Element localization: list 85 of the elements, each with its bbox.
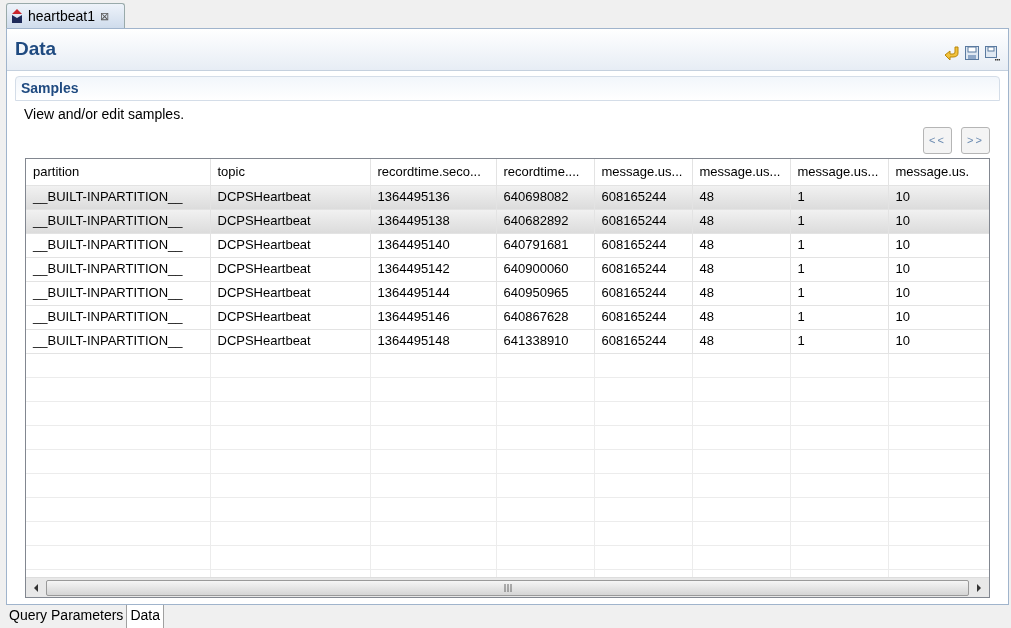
table-cell: __BUILT-INPARTITION__	[26, 209, 210, 233]
table-row[interactable]: __BUILT-INPARTITION__ DCPSHeartbeat 1364495148 641338910 608165244 48 1 10	[26, 329, 989, 353]
table-cell: 640900060	[496, 257, 594, 281]
bottom-tab[interactable]: Query Parameters	[6, 605, 128, 628]
table-cell: 608165244	[594, 305, 692, 329]
table-cell: __BUILT-INPARTITION__	[26, 281, 210, 305]
table-cell: 10	[888, 329, 989, 353]
table-row[interactable]: __BUILT-INPARTITION__ DCPSHeartbeat 1364495138 640682892 608165244 48 1 10	[26, 209, 989, 233]
table-row[interactable]: __BUILT-INPARTITION__ DCPSHeartbeat 1364495146 640867628 608165244 48 1 10	[26, 305, 989, 329]
section-title: Samples	[21, 79, 79, 98]
table-cell: 48	[692, 209, 790, 233]
save-as-icon[interactable]	[984, 44, 1000, 61]
table-cell: 1	[790, 305, 888, 329]
table-cell: DCPSHeartbeat	[210, 233, 370, 257]
table-cell: 608165244	[594, 329, 692, 353]
page-title: Data	[15, 37, 57, 62]
table-cell: 640682892	[496, 209, 594, 233]
column-header[interactable]: partition	[26, 159, 210, 185]
table-cell: 10	[888, 257, 989, 281]
table-row[interactable]: __BUILT-INPARTITION__ DCPSHeartbeat 1364495142 640900060 608165244 48 1 10	[26, 257, 989, 281]
table-cell: 1364495142	[370, 257, 496, 281]
table-cell: DCPSHeartbeat	[210, 185, 370, 209]
table-cell: 1364495148	[370, 329, 496, 353]
horizontal-scrollbar[interactable]	[26, 577, 989, 597]
table-cell: 608165244	[594, 281, 692, 305]
table-cell: 10	[888, 233, 989, 257]
table-cell: 641338910	[496, 329, 594, 353]
table-cell: __BUILT-INPARTITION__	[26, 329, 210, 353]
table-cell: 10	[888, 305, 989, 329]
table-cell: 1364495140	[370, 233, 496, 257]
table-cell: DCPSHeartbeat	[210, 305, 370, 329]
table-cell: __BUILT-INPARTITION__	[26, 185, 210, 209]
table-cell: 1364495146	[370, 305, 496, 329]
table-cell: 48	[692, 329, 790, 353]
section-description: View and/or edit samples.	[23, 105, 186, 123]
scrollbar-thumb[interactable]	[46, 579, 969, 596]
table-cell: 608165244	[594, 257, 692, 281]
table-cell: 10	[888, 185, 989, 209]
column-header[interactable]: message.us...	[692, 159, 790, 185]
refresh-icon[interactable]	[944, 44, 960, 61]
column-header[interactable]: message.us...	[594, 159, 692, 185]
table-cell: 10	[888, 281, 989, 305]
column-header[interactable]: message.us.	[888, 159, 989, 185]
table-row[interactable]: __BUILT-INPARTITION__ DCPSHeartbeat 1364495136 640698082 608165244 48 1 10	[26, 185, 989, 209]
table-cell: 608165244	[594, 233, 692, 257]
table-cell: 1364495136	[370, 185, 496, 209]
table-cell: 1	[790, 257, 888, 281]
grip-icon	[503, 583, 512, 592]
table-cell: 48	[692, 185, 790, 209]
table-cell: 10	[888, 209, 989, 233]
table-cell: __BUILT-INPARTITION__	[26, 233, 210, 257]
column-header[interactable]: message.us...	[790, 159, 888, 185]
table-cell: 48	[692, 305, 790, 329]
table-cell: 48	[692, 281, 790, 305]
close-button[interactable]: ⊠	[99, 7, 109, 25]
table-cell: 1	[790, 233, 888, 257]
table-cell: 1	[790, 209, 888, 233]
app-icon	[11, 9, 23, 23]
table-cell: 608165244	[594, 185, 692, 209]
tab-title[interactable]: heartbeat1	[28, 5, 95, 27]
table-cell: 640791681	[496, 233, 594, 257]
table-cell: 1364495144	[370, 281, 496, 305]
table-row[interactable]: __BUILT-INPARTITION__ DCPSHeartbeat 1364495144 640950965 608165244 48 1 10	[26, 281, 989, 305]
table-cell: 1	[790, 281, 888, 305]
table-cell: __BUILT-INPARTITION__	[26, 257, 210, 281]
column-header[interactable]: topic	[210, 159, 370, 185]
table-cell: DCPSHeartbeat	[210, 329, 370, 353]
table-cell: 640867628	[496, 305, 594, 329]
column-header[interactable]: recordtime....	[496, 159, 594, 185]
table-cell: 640698082	[496, 185, 594, 209]
table-row[interactable]: __BUILT-INPARTITION__ DCPSHeartbeat 1364495140 640791681 608165244 48 1 10	[26, 233, 989, 257]
table-cell: 1364495138	[370, 209, 496, 233]
table-cell: DCPSHeartbeat	[210, 209, 370, 233]
table-cell: DCPSHeartbeat	[210, 257, 370, 281]
table-cell: 48	[692, 233, 790, 257]
save-icon[interactable]	[964, 44, 980, 61]
table-cell: 640950965	[496, 281, 594, 305]
table-cell: 1	[790, 329, 888, 353]
table-cell: 48	[692, 257, 790, 281]
table-cell: __BUILT-INPARTITION__	[26, 305, 210, 329]
column-header[interactable]: recordtime.seco...	[370, 159, 496, 185]
bottom-tab[interactable]: Data	[127, 605, 164, 628]
table-cell: 608165244	[594, 209, 692, 233]
table-cell: 1	[790, 185, 888, 209]
table-cell: DCPSHeartbeat	[210, 281, 370, 305]
